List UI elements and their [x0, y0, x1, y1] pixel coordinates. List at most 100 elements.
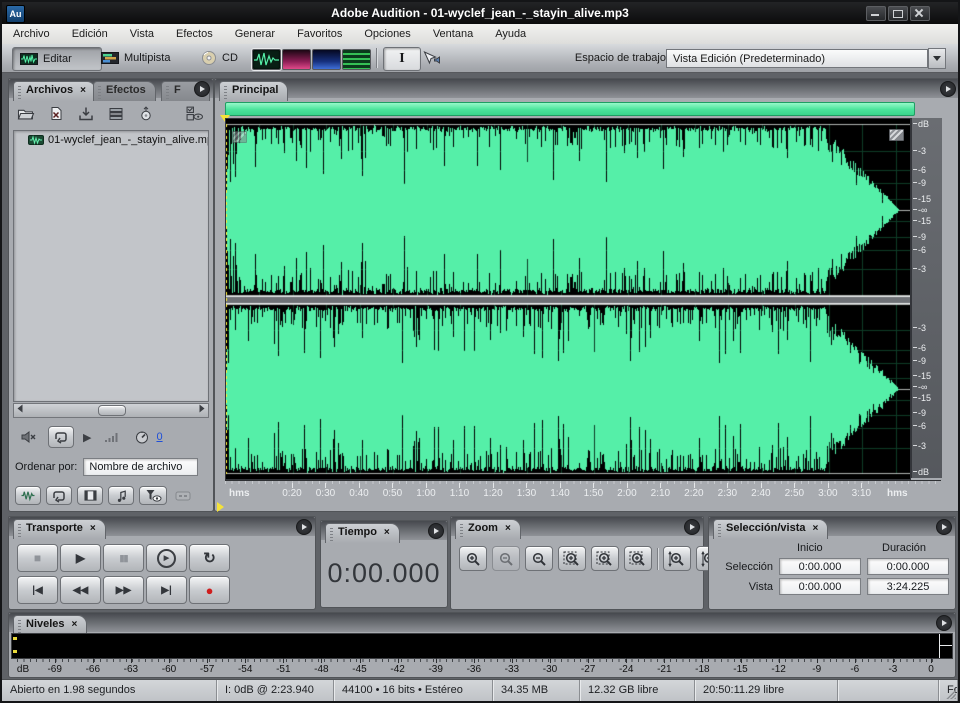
view-start-field[interactable]: 0:00.000: [779, 578, 861, 595]
overview-navigation-bar[interactable]: [225, 102, 915, 116]
menu-item-archivo[interactable]: Archivo: [2, 25, 61, 44]
mute-preview-icon[interactable]: [17, 428, 39, 447]
stop-button[interactable]: ■: [17, 544, 58, 572]
db-label: -9: [918, 179, 926, 187]
scrub-tool-button[interactable]: [411, 47, 451, 69]
multitrack-view-button[interactable]: Multipista: [94, 47, 200, 69]
files-panel-menu-button[interactable]: [194, 81, 210, 97]
show-video-files-button[interactable]: [77, 486, 103, 505]
waveform-display-button[interactable]: [252, 49, 281, 70]
menu-item-edicin[interactable]: Edición: [61, 25, 119, 44]
menu-item-favoritos[interactable]: Favoritos: [286, 25, 353, 44]
zoom-panel-menu-button[interactable]: [684, 519, 700, 535]
zoom-out-full-button[interactable]: [525, 546, 553, 571]
selection-duration-field[interactable]: 0:00.000: [867, 558, 949, 575]
minimize-button[interactable]: [866, 6, 886, 21]
menu-item-vista[interactable]: Vista: [119, 25, 165, 44]
preview-play-icon[interactable]: ▶: [83, 431, 91, 444]
ibeam-icon: I: [399, 51, 404, 67]
fast-forward-button[interactable]: ▶▶: [103, 576, 144, 604]
tab-close-icon[interactable]: ×: [80, 85, 86, 96]
clip-indicator-divider: [939, 634, 940, 658]
play-from-cursor-button[interactable]: ▶: [146, 544, 187, 572]
pause-button[interactable]: ▮▮: [103, 544, 144, 572]
show-midi-files-button[interactable]: [108, 486, 134, 505]
spectral-phase-button[interactable]: [342, 49, 371, 70]
close-button[interactable]: [910, 6, 930, 21]
level-meter[interactable]: [11, 633, 953, 659]
menu-item-ayuda[interactable]: Ayuda: [484, 25, 537, 44]
vertical-zoom-handle-right[interactable]: [889, 129, 904, 141]
spectral-frequency-button[interactable]: [282, 49, 311, 70]
file-options-row: ▶ 0: [17, 426, 163, 448]
go-to-end-button[interactable]: ▶|: [146, 576, 187, 604]
tab-close-icon[interactable]: ×: [505, 523, 511, 534]
filter-view-button[interactable]: [139, 486, 167, 505]
scroll-thumb[interactable]: [98, 405, 126, 416]
db-label: -6: [918, 166, 926, 174]
time-panel-menu-button[interactable]: [428, 523, 444, 539]
stereo-waveform[interactable]: [226, 119, 910, 479]
close-file-icon[interactable]: [45, 104, 67, 123]
workspace-dropdown-arrow[interactable]: [928, 48, 946, 69]
cd-view-button[interactable]: CD: [194, 47, 260, 69]
spectral-pan-button[interactable]: [312, 49, 341, 70]
zoom-selection-right-button[interactable]: [624, 546, 652, 571]
zoom-to-selection-button[interactable]: [558, 546, 586, 571]
menu-item-generar[interactable]: Generar: [224, 25, 286, 44]
insert-cd-icon[interactable]: [135, 104, 157, 123]
rewind-button[interactable]: ◀◀: [60, 576, 101, 604]
tab-close-icon[interactable]: ×: [384, 527, 390, 538]
transport-panel-menu-button[interactable]: [296, 519, 312, 535]
zoom-in-vertical-button[interactable]: [663, 546, 691, 571]
level-tick-label: -9: [812, 664, 821, 675]
show-loop-files-button[interactable]: [46, 486, 72, 505]
waveform-display[interactable]: [225, 118, 911, 480]
file-list[interactable]: 01-wyclef_jean_-_stayin_alive.mp3: [13, 130, 209, 402]
show-audio-files-button[interactable]: [15, 486, 41, 505]
view-duration-field[interactable]: 3:24.225: [867, 578, 949, 595]
resize-grip[interactable]: [946, 689, 956, 699]
levels-panel-menu-button[interactable]: [936, 615, 952, 631]
preview-volume-icon[interactable]: [100, 428, 122, 447]
db-label: -15: [918, 217, 931, 225]
vertical-zoom-handle-left[interactable]: [232, 131, 247, 143]
autoplay-count-link[interactable]: 0: [156, 431, 162, 443]
menu-item-ventana[interactable]: Ventana: [422, 25, 484, 44]
workspace-selector[interactable]: Vista Edición (Predeterminado): [666, 48, 946, 69]
maximize-button[interactable]: [888, 6, 908, 21]
play-looped-button[interactable]: ↻: [189, 544, 230, 572]
main-panel-menu-button[interactable]: [940, 81, 956, 97]
menu-item-efectos[interactable]: Efectos: [165, 25, 224, 44]
file-list-hscrollbar[interactable]: [13, 403, 209, 418]
scroll-left-arrow[interactable]: [16, 406, 24, 411]
autoplay-dial-icon[interactable]: [131, 428, 153, 447]
go-to-beginning-button[interactable]: |◀: [17, 576, 58, 604]
selection-panel-menu-button[interactable]: [936, 519, 952, 535]
tab-close-icon[interactable]: ×: [813, 523, 819, 534]
loop-preview-button[interactable]: [48, 426, 74, 448]
file-list-item[interactable]: 01-wyclef_jean_-_stayin_alive.mp3: [14, 131, 208, 146]
selection-start-field[interactable]: 0:00.000: [779, 558, 861, 575]
edit-view-button[interactable]: Editar: [12, 47, 102, 71]
menu-item-opciones[interactable]: Opciones: [353, 25, 421, 44]
filter-buttons-row: [15, 486, 194, 505]
scroll-right-arrow[interactable]: [198, 406, 206, 411]
amplitude-ruler[interactable]: dB-3-6-9-15-∞-15-9-6-3-3-6-9-15-∞-15-9-6…: [911, 118, 942, 478]
tab-close-icon[interactable]: ×: [72, 619, 78, 630]
zoom-selection-left-button[interactable]: [591, 546, 619, 571]
zoom-in-button[interactable]: [459, 546, 487, 571]
playhead-bottom-marker[interactable]: [217, 502, 224, 512]
open-file-icon[interactable]: [15, 104, 37, 123]
play-button[interactable]: ▶: [60, 544, 101, 572]
time-ruler[interactable]: 0:200:300:400:501:001:101:201:301:401:50…: [225, 480, 941, 501]
show-options-icon[interactable]: [183, 104, 205, 123]
insert-multitrack-icon[interactable]: [105, 104, 127, 123]
zoom-out-button[interactable]: [492, 546, 520, 571]
db-label: -3: [918, 324, 926, 332]
record-button[interactable]: ●: [189, 576, 230, 604]
import-file-icon[interactable]: [75, 104, 97, 123]
sort-select[interactable]: Nombre de archivo: [83, 458, 198, 476]
tab-close-icon[interactable]: ×: [90, 523, 96, 534]
play-circle-icon: ▶: [157, 549, 176, 568]
